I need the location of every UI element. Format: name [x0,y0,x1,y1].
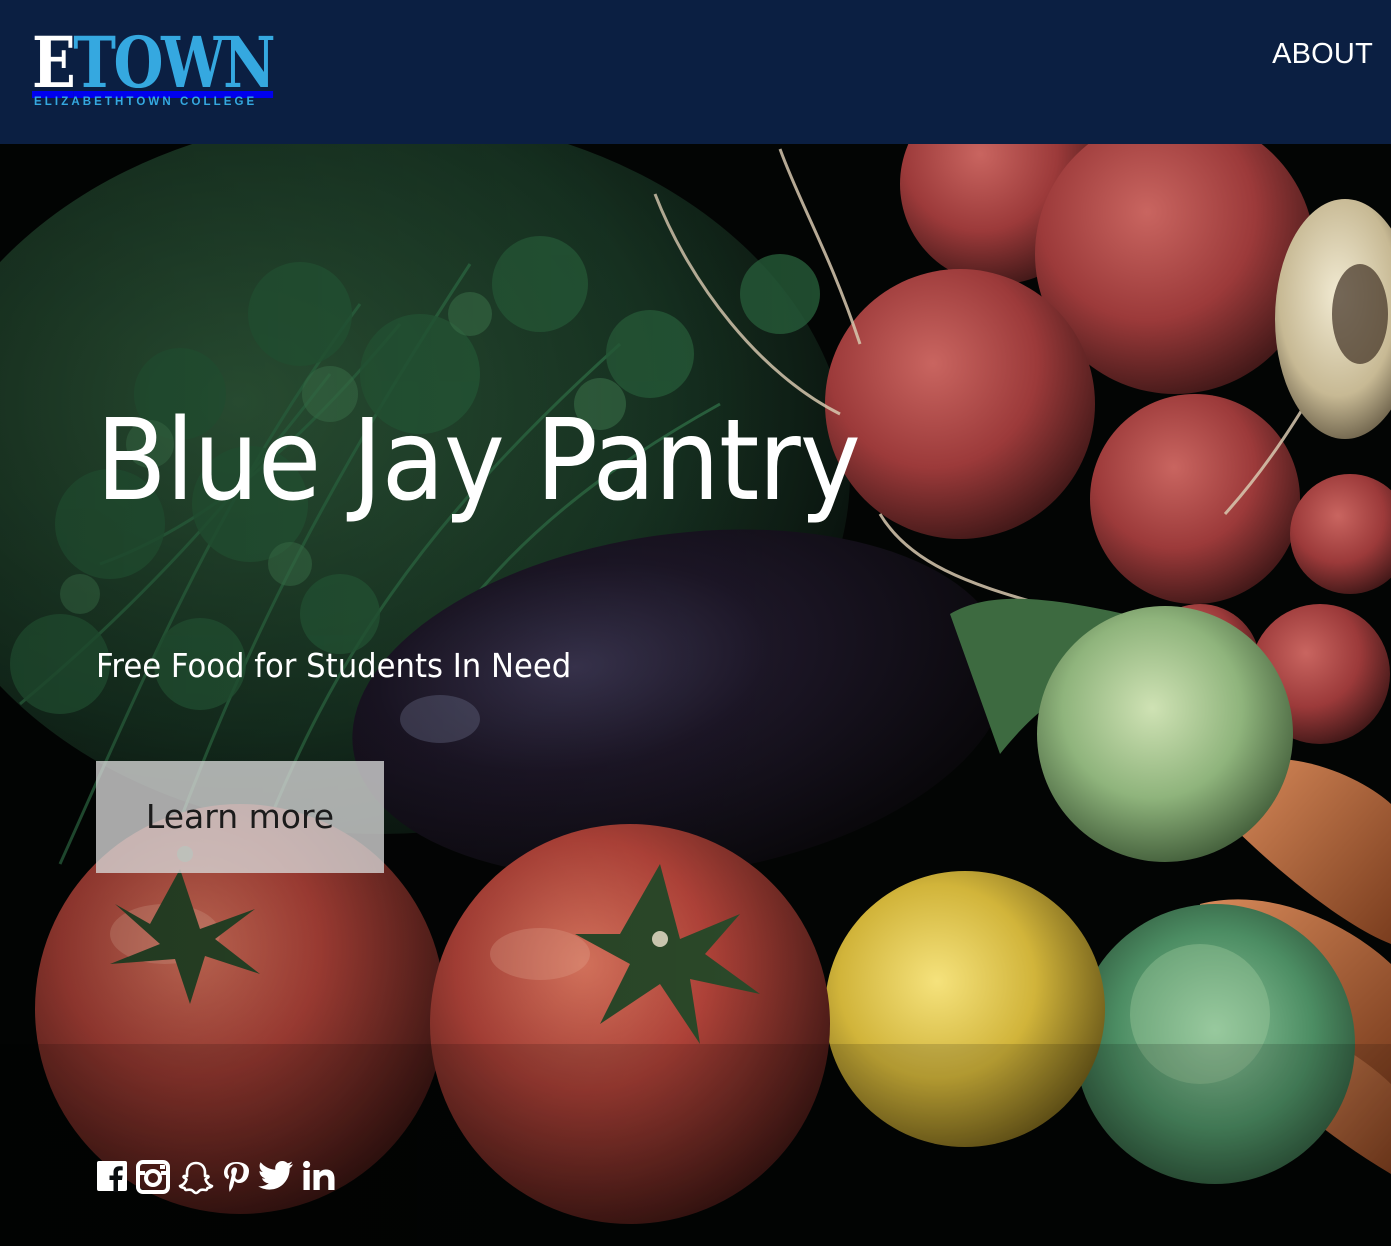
hero-title: Blue Jay Pantry [96,396,861,526]
nav-about-link[interactable]: ABOUT [1272,38,1373,71]
linkedin-icon[interactable] [302,1160,336,1194]
learn-more-button[interactable]: Learn more [96,761,384,873]
social-links [96,1159,336,1195]
logo-wordmark-e: E [32,21,76,104]
facebook-icon[interactable] [96,1160,128,1194]
etown-logo[interactable]: ETOWN ELIZABETHTOWN COLLEGE [32,28,276,118]
logo-wordmark: ETOWN [32,28,276,98]
hero-section: Blue Jay Pantry Free Food for Students I… [0,144,1391,1246]
snapchat-icon[interactable] [178,1160,214,1195]
pinterest-icon[interactable] [222,1160,250,1194]
logo-subtitle: ELIZABETHTOWN COLLEGE [34,96,258,108]
site-header: ETOWN ELIZABETHTOWN COLLEGE ABOUT [0,0,1391,144]
hero-subtitle: Free Food for Students In Need [96,646,572,685]
twitter-icon[interactable] [258,1160,294,1194]
vegetables-photo [0,144,1391,1246]
instagram-icon[interactable] [136,1160,170,1194]
logo-wordmark-town: TOWN [73,21,275,104]
